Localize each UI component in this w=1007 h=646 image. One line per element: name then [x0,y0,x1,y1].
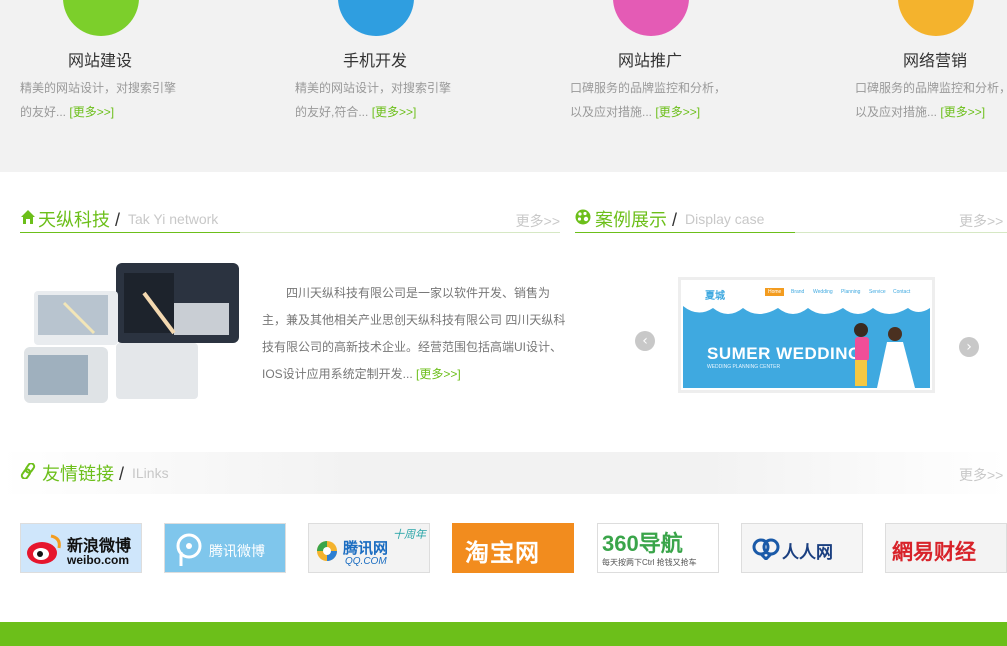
links-more-link[interactable]: 更多>> [959,465,1003,485]
link-360[interactable]: 360导航 每天按两下Ctrl 抢钱又抢车 [597,523,719,573]
header-underline [575,232,795,233]
link-icon [20,463,36,479]
link-name: 淘宝网 [465,540,540,567]
about-header: 天纵科技 / Tak Yi network 更多>> [20,203,560,233]
banner-title: SUMER WEDDING [707,344,862,363]
case-banner: 夏城 Home Brand Wedding Planning Service C… [683,282,930,388]
banner-nav-item: Brand [791,289,805,295]
link-badge: 十周年 [393,529,426,541]
banner-nav-item: Wedding [813,289,833,295]
about-more-link[interactable]: 更多>> [516,211,560,231]
banner-brand: 夏城 [705,291,725,302]
link-sub: 每天按两下Ctrl 抢钱又抢车 [602,558,697,567]
renren-icon [752,538,780,560]
carousel-prev-button[interactable]: ‹ [635,331,655,351]
qq-icon [317,541,337,561]
banner-nav-item: Service [869,289,886,295]
service-desc: 口碑服务的品牌监控和分析， 以及应对措施... [更多>>] [855,81,1007,119]
about-paragraph: 四川天纵科技有限公司是一家以软件开发、销售为主，兼及其他相关产业思创天纵科技有限… [262,286,566,381]
section-title: 案例展示 / [595,210,678,230]
more-link[interactable]: [更多>>] [940,105,985,119]
leaf-icon [63,0,139,36]
link-name: 腾讯微博 [209,543,265,559]
links-header: 友情链接 / ILinks 更多>> [20,457,1007,487]
banner-nav-home: Home [765,288,785,296]
link-renren[interactable]: 人人网 [741,523,863,573]
header-underline [20,232,240,233]
service-desc: 口碑服务的品牌监控和分析， 以及应对措施... [更多>>] [570,81,727,119]
link-weibo[interactable]: 新浪微博 weibo.com [20,523,142,573]
link-name: 360导航 [602,531,683,556]
link-tencent-weibo[interactable]: 腾讯微博 [164,523,286,573]
section-subtitle: Tak Yi network [128,211,219,227]
carousel-next-button[interactable]: › [959,337,979,357]
section-title: 友情链接 / [42,464,125,484]
link-netease[interactable]: 網易财经 [885,523,1007,573]
chat-icon [898,0,974,36]
weibo-icon [27,534,61,564]
phone-icon [338,0,414,36]
couple-illustration [854,323,915,388]
banner-nav-item: Contact [893,289,911,295]
more-link[interactable]: [更多>>] [372,105,417,119]
services-section: 网站建设 精美的网站设计，对搜索引擎 的友好... [更多>>] 手机开发 精美… [0,0,1007,172]
more-link[interactable]: [更多>>] [69,105,114,119]
cases-header: 案例展示 / Display case 更多>> [575,203,1007,233]
link-name: 網易财经 [892,541,976,564]
service-title: 网站推广 [618,53,683,70]
cloud-shape [683,302,930,314]
about-read-more[interactable]: [更多>>] [416,367,461,381]
link-taobao[interactable]: 淘宝网 [452,523,574,573]
banner-nav-item: Planning [841,289,861,295]
tencent-weibo-icon [176,533,202,566]
section-subtitle: ILinks [132,465,169,481]
service-title: 网站建设 [68,53,133,70]
section-title: 天纵科技 / [38,210,121,230]
link-sub: QQ.COM [345,556,387,567]
service-desc: 精美的网站设计，对搜索引擎 的友好,符合... [更多>>] [295,81,452,119]
service-desc: 精美的网站设计，对搜索引擎 的友好... [更多>>] [20,81,177,119]
link-sub: weibo.com [67,553,130,567]
palette-icon [575,209,591,225]
link-qq[interactable]: 腾讯网 QQ.COM 十周年 [308,523,430,573]
banner-subtitle: WEDDING PLANNING CENTER [707,364,781,370]
footer-bar [0,622,1007,646]
service-title: 手机开发 [343,53,408,70]
link-name: 人人网 [782,543,833,562]
about-photo [24,263,239,403]
section-subtitle: Display case [685,211,765,227]
case-thumbnail[interactable]: 夏城 Home Brand Wedding Planning Service C… [678,277,935,393]
service-title: 网络营销 [903,53,968,70]
home-icon [21,210,35,224]
link-name: 腾讯网 [343,540,389,557]
more-link[interactable]: [更多>>] [655,105,700,119]
speech-icon [613,0,689,36]
cases-more-link[interactable]: 更多>> [959,211,1003,231]
